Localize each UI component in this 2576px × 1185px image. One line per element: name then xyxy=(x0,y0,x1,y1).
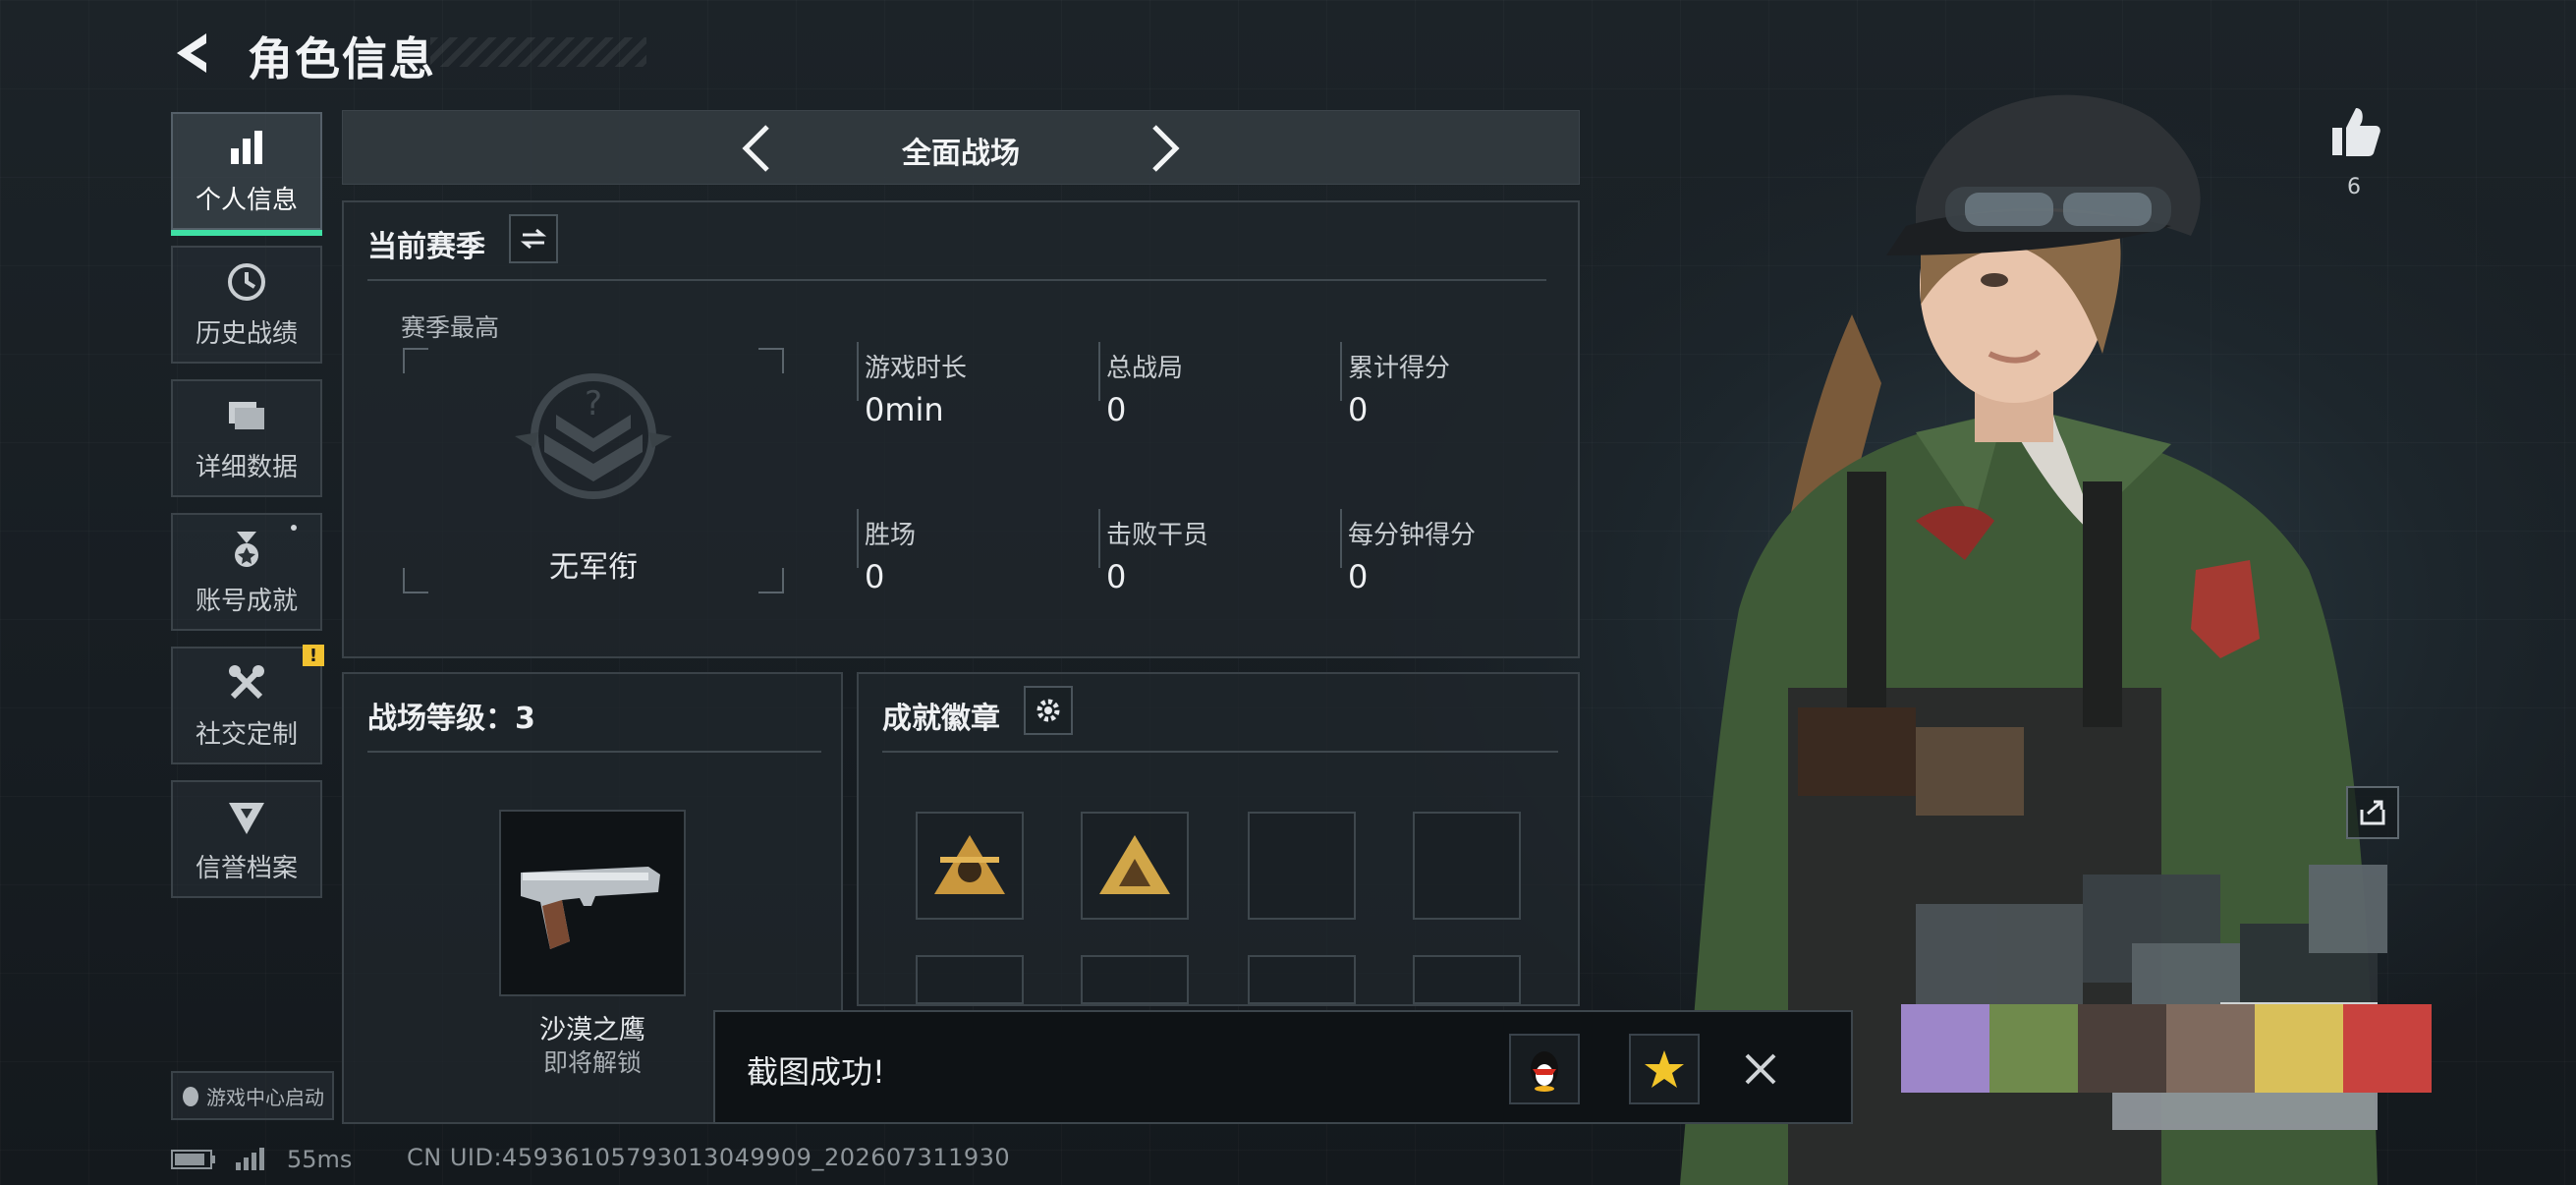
stat-label: 胜场 xyxy=(865,521,917,550)
game-center-launch-button[interactable]: 游戏中心启动 xyxy=(171,1071,334,1120)
shield-icon xyxy=(229,802,264,834)
swap-icon xyxy=(520,228,547,250)
clock-icon xyxy=(228,262,265,301)
divider xyxy=(882,751,1558,753)
ping-text: 55ms xyxy=(287,1146,353,1173)
badge-emblem-icon xyxy=(1099,835,1170,894)
signal-icon xyxy=(236,1148,264,1170)
tools-icon xyxy=(229,664,264,699)
stat-divider xyxy=(857,509,859,568)
pistol-icon xyxy=(521,867,660,949)
stat-divider xyxy=(1340,509,1342,568)
chevron-right-icon[interactable] xyxy=(1139,121,1188,176)
mode-selector: 全面战场 xyxy=(342,110,1580,185)
close-icon xyxy=(1745,1053,1776,1085)
stat-label: 总战局 xyxy=(1106,354,1184,383)
svg-text:?: ? xyxy=(585,384,602,423)
weapon-status: 即将解锁 xyxy=(542,1048,642,1077)
stat-value: 0 xyxy=(1348,391,1369,428)
stat-value: 0 xyxy=(865,558,885,595)
season-title: 当前赛季 xyxy=(367,230,485,264)
penguin-icon xyxy=(183,1087,198,1106)
close-toast-button[interactable] xyxy=(1741,1049,1780,1089)
badge-slot[interactable] xyxy=(1248,812,1356,920)
back-arrow-icon[interactable] xyxy=(167,28,226,79)
stat-label: 游戏时长 xyxy=(865,354,968,383)
share-qq-button[interactable] xyxy=(1509,1034,1580,1104)
weapon-reward-card[interactable] xyxy=(499,810,686,996)
title-decoration xyxy=(430,37,646,67)
stat-divider xyxy=(1340,342,1342,401)
stat-label: 击败干员 xyxy=(1106,521,1209,550)
launch-label: 游戏中心启动 xyxy=(206,1085,324,1109)
sidebar-item-label: 社交定制 xyxy=(195,719,298,750)
sidebar-item-detailed-data[interactable]: 详细数据 xyxy=(171,379,322,497)
thumbs-up-icon[interactable] xyxy=(2324,102,2383,161)
battlefield-level-title: 战场等级：3 xyxy=(367,702,535,736)
achievement-badge-panel: 成就徽章 xyxy=(857,672,1580,1006)
stat-value: 0 xyxy=(1106,391,1127,428)
rank-emblem-icon: ? xyxy=(515,373,672,499)
badge-slot[interactable] xyxy=(916,812,1024,920)
rank-text: 无军衔 xyxy=(549,550,638,585)
stat-divider xyxy=(1098,509,1100,568)
sidebar-item-label: 历史战绩 xyxy=(195,318,298,349)
badge-slot[interactable] xyxy=(1413,955,1521,1004)
stat-divider xyxy=(1098,342,1100,401)
stat-value: 0 xyxy=(1348,558,1369,595)
sidebar-item-label: 个人信息 xyxy=(195,185,298,215)
badge-slot[interactable] xyxy=(1081,812,1189,920)
warning-badge: ! xyxy=(303,645,324,666)
badge-slot[interactable] xyxy=(916,955,1024,1004)
sidebar-item-label: 账号成就 xyxy=(195,586,298,616)
stat-label: 累计得分 xyxy=(1348,354,1451,383)
badge-slot[interactable] xyxy=(1248,955,1356,1004)
like-count: 6 xyxy=(2347,175,2361,199)
sidebar-item-achievements[interactable]: 账号成就 xyxy=(171,513,322,631)
stat-value: 0 xyxy=(1106,558,1127,595)
weapon-name: 沙漠之鹰 xyxy=(539,1015,645,1045)
folder-icon xyxy=(229,401,264,429)
qzone-star-icon xyxy=(1645,1050,1684,1088)
share-qzone-button[interactable] xyxy=(1629,1034,1700,1104)
sidebar-item-label: 信誉档案 xyxy=(195,853,298,883)
toast-message: 截图成功! xyxy=(747,1053,885,1091)
sidebar-item-label: 详细数据 xyxy=(195,452,298,482)
swap-season-button[interactable] xyxy=(509,214,558,263)
battery-icon xyxy=(171,1150,215,1169)
bar-chart-icon xyxy=(231,130,262,164)
share-icon xyxy=(2360,800,2385,825)
season-best-label: 赛季最高 xyxy=(401,313,500,342)
badge-slot[interactable] xyxy=(1081,955,1189,1004)
divider xyxy=(367,279,1546,281)
gear-icon xyxy=(1036,699,1060,722)
share-button[interactable] xyxy=(2346,786,2399,839)
badge-settings-button[interactable] xyxy=(1024,686,1073,735)
qq-penguin-icon xyxy=(1531,1051,1558,1092)
badge-emblem-icon xyxy=(934,835,1005,894)
status-bar: 55ms xyxy=(171,1142,352,1177)
divider xyxy=(367,751,821,753)
season-panel: 当前赛季 赛季最高 ? 无军衔 游戏时长 0min 总战局 0 累计得分 0 胜… xyxy=(342,200,1580,658)
medal-icon xyxy=(235,531,258,567)
badge-panel-title: 成就徽章 xyxy=(882,702,1000,736)
mode-title: 全面战场 xyxy=(902,137,1020,171)
uid-text: CN UID:45936105793013049909_202607311930 xyxy=(407,1144,1011,1171)
sidebar-item-history[interactable]: 历史战绩 xyxy=(171,246,322,364)
badge-slot[interactable] xyxy=(1413,812,1521,920)
notification-dot xyxy=(291,525,297,531)
screenshot-toast: 截图成功! xyxy=(713,1010,1853,1124)
stat-label: 每分钟得分 xyxy=(1348,521,1477,550)
page-title: 角色信息 xyxy=(248,32,436,85)
sidebar-item-personal-info[interactable]: 个人信息 xyxy=(171,112,322,236)
stat-divider xyxy=(857,342,859,401)
rank-frame: ? 无军衔 xyxy=(403,348,784,593)
sidebar-item-credit[interactable]: 信誉档案 xyxy=(171,780,322,898)
sidebar-item-social[interactable]: ! 社交定制 xyxy=(171,645,324,764)
stat-value: 0min xyxy=(865,391,944,428)
